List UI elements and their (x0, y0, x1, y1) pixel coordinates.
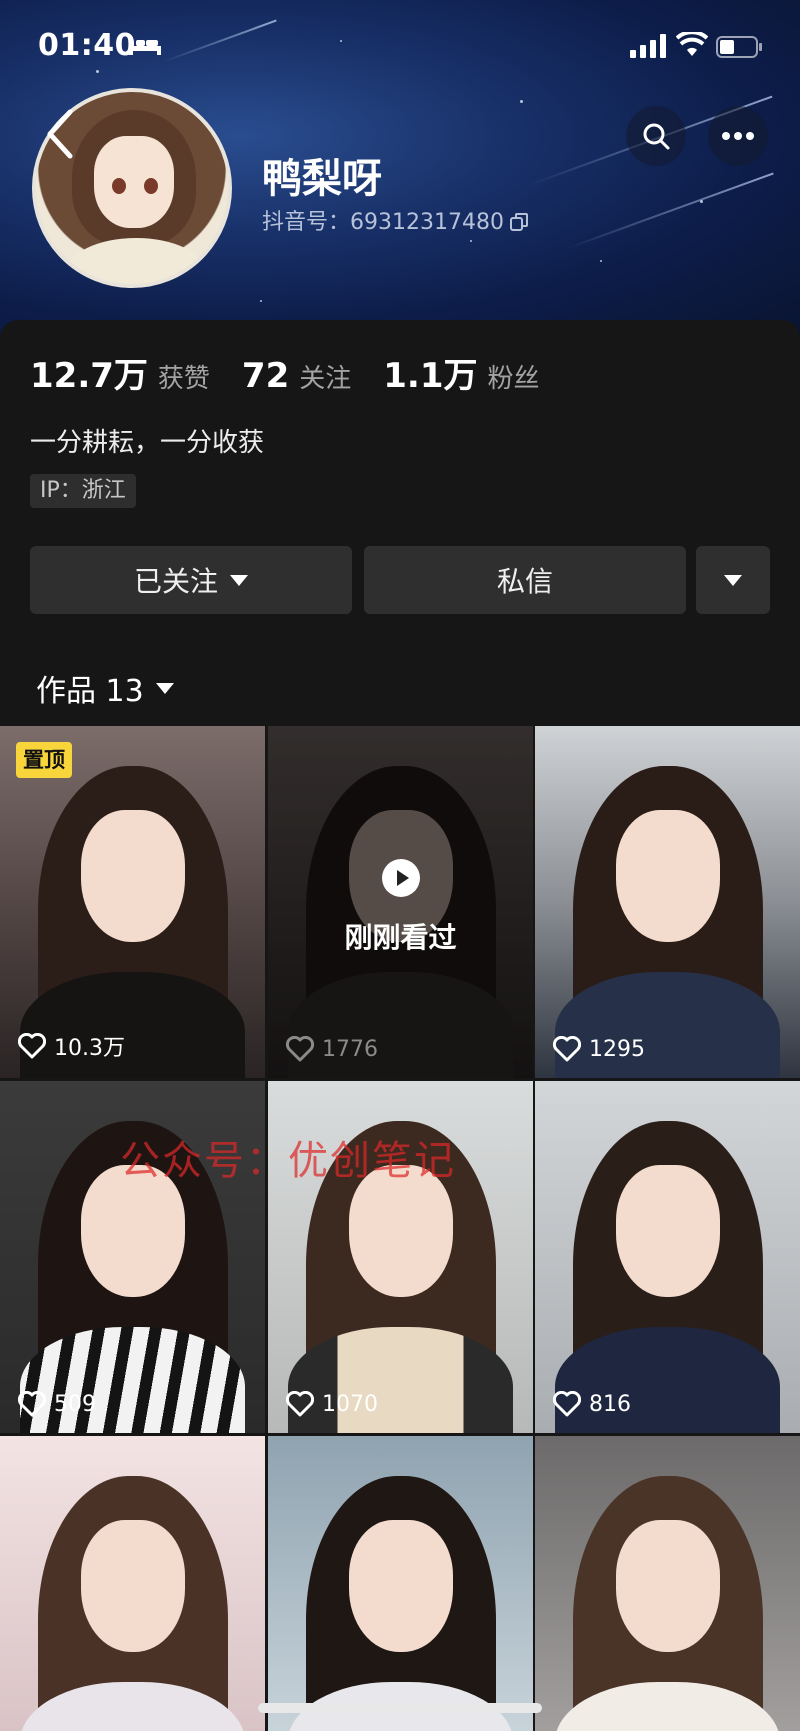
stat-followers-value: 1.1万 (383, 356, 478, 396)
message-button[interactable]: 私信 (364, 546, 686, 614)
douyin-id-text: 抖音号：69312317480 (262, 210, 504, 235)
douyin-id: 抖音号：69312317480 (262, 204, 528, 236)
search-icon (643, 123, 670, 150)
recently-watched-label: 刚刚看过 (344, 921, 457, 954)
like-count: 10.3万 (18, 1030, 125, 1062)
profile-name: 鸭梨呀 (262, 156, 382, 202)
followed-button[interactable]: 已关注 (30, 546, 352, 614)
wifi-icon (676, 32, 708, 56)
search-button[interactable] (626, 106, 686, 166)
stat-following[interactable]: 72 关注 (242, 356, 351, 396)
ip-location-tag: IP：浙江 (30, 474, 136, 508)
caret-down-icon (724, 574, 742, 586)
like-count-value: 1776 (322, 1036, 378, 1062)
video-thumbnail[interactable]: 1295 (535, 726, 800, 1078)
like-count-value: 816 (589, 1391, 631, 1417)
like-count: 1295 (553, 1036, 645, 1062)
play-icon (382, 859, 420, 897)
stat-followers[interactable]: 1.1万 粉丝 (383, 348, 539, 397)
stat-following-label: 关注 (299, 364, 352, 394)
bio: 一分耕耘，一分收获 (30, 428, 265, 458)
like-count: 816 (553, 1391, 631, 1417)
tab-works-label: 作品 13 (36, 674, 144, 709)
like-count: 1070 (286, 1391, 378, 1417)
heart-icon (286, 1391, 314, 1417)
home-indicator[interactable] (258, 1703, 542, 1713)
followed-button-label: 已关注 (133, 565, 218, 598)
heart-icon (18, 1391, 46, 1417)
like-count-value: 1070 (322, 1391, 378, 1417)
heart-icon (18, 1033, 46, 1059)
like-count: 509 (18, 1391, 96, 1417)
back-icon[interactable] (44, 108, 76, 160)
heart-icon (553, 1036, 581, 1062)
copy-icon[interactable] (509, 213, 528, 231)
pinned-badge: 置顶 (16, 742, 72, 778)
more-icon (722, 132, 754, 140)
caret-down-icon (155, 682, 174, 694)
video-thumbnail[interactable] (268, 1436, 533, 1731)
status-time: 01:40 (38, 28, 136, 63)
video-thumbnail[interactable]: 刚刚看过 1776 (268, 726, 533, 1078)
status-bar: 01:40 (0, 0, 800, 96)
like-count-value: 1295 (589, 1036, 645, 1062)
signal-icon (630, 34, 666, 58)
battery-icon (716, 36, 762, 58)
tab-works[interactable]: 作品 13 (36, 666, 174, 710)
recommend-toggle-button[interactable] (696, 546, 770, 614)
stat-likes-label: 获赞 (157, 364, 210, 394)
watermark-text: 公众号：优创笔记 (120, 1138, 456, 1184)
like-count: 1776 (286, 1036, 378, 1062)
caret-down-icon (230, 574, 248, 586)
video-thumbnail[interactable]: 置顶 10.3万 (0, 726, 265, 1078)
stat-followers-label: 粉丝 (487, 364, 540, 394)
stats-row: 12.7万 获赞 72 关注 1.1万 粉丝 (30, 348, 572, 397)
stat-likes[interactable]: 12.7万 获赞 (30, 348, 210, 397)
like-count-value: 509 (54, 1391, 96, 1417)
stat-likes-value: 12.7万 (30, 356, 148, 396)
heart-icon (553, 1391, 581, 1417)
video-thumbnail[interactable] (0, 1436, 265, 1731)
video-grid: 置顶 10.3万 刚刚看过 1776 1295 509 1070 816 (0, 726, 800, 1731)
like-count-value: 10.3万 (54, 1036, 125, 1061)
more-button[interactable] (708, 106, 768, 166)
bed-icon (129, 37, 161, 55)
stat-following-value: 72 (241, 356, 290, 396)
message-button-label: 私信 (496, 565, 553, 598)
video-thumbnail[interactable]: 816 (535, 1081, 800, 1433)
heart-icon (286, 1036, 314, 1062)
video-thumbnail[interactable] (535, 1436, 800, 1731)
